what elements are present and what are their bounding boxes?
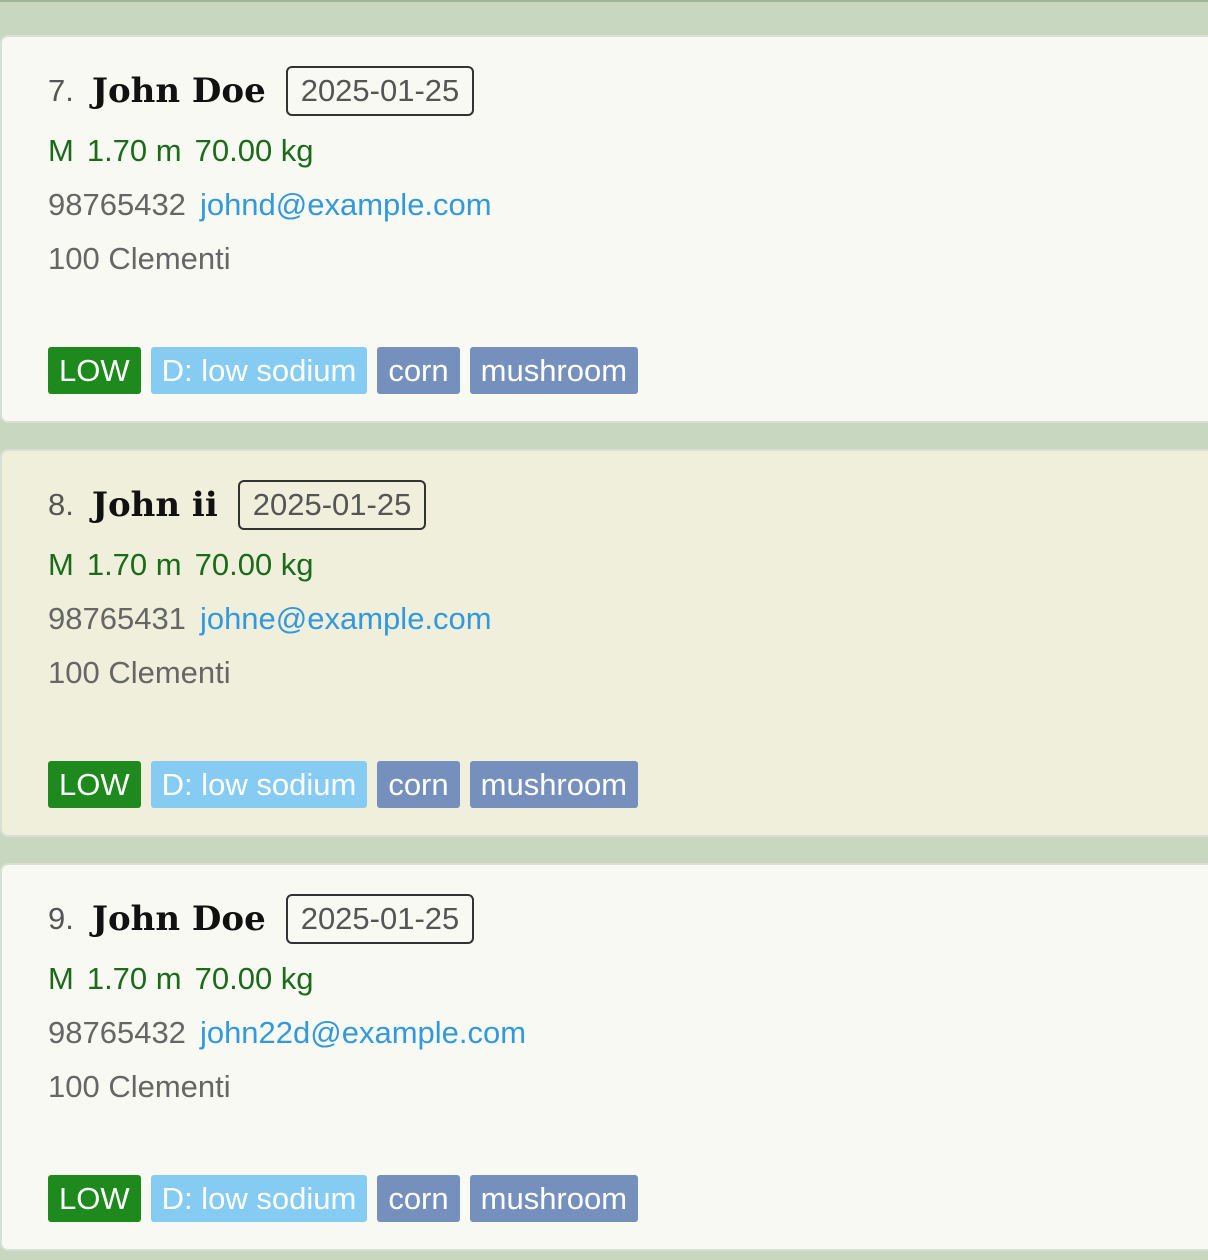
gender: M — [48, 961, 74, 996]
person-index: 9. — [48, 901, 74, 936]
address: 100 Clementi — [48, 241, 231, 276]
priority-tag: LOW — [48, 347, 141, 394]
person-header: 7. John Doe 2025-01-25 — [48, 65, 475, 117]
contact-line: 98765431 johne@example.com — [48, 601, 492, 637]
email-link[interactable]: johne@example.com — [200, 601, 492, 636]
weight: 70.00 kg — [194, 547, 314, 582]
weight: 70.00 kg — [194, 133, 314, 168]
date-badge: 2025-01-25 — [285, 894, 475, 944]
person-name: John Doe — [91, 899, 266, 939]
allergy-tag-mushroom: mushroom — [469, 761, 639, 808]
phone: 98765431 — [48, 601, 186, 636]
priority-tag: LOW — [48, 761, 141, 808]
height: 1.70 m — [86, 133, 182, 168]
person-name: John ii — [91, 485, 218, 525]
person-card-selected[interactable]: 8. John ii 2025-01-25 M 1.70 m 70.00 kg 98… — [0, 449, 1208, 837]
tag-list: LOW D: low sodium corn mushroom — [48, 761, 639, 808]
body-stats: M 1.70 m 70.00 kg — [48, 133, 327, 169]
body-stats: M 1.70 m 70.00 kg — [48, 547, 327, 583]
gender: M — [48, 133, 74, 168]
person-index: 7. — [48, 73, 74, 108]
email-link[interactable]: john22d@example.com — [200, 1015, 526, 1050]
body-stats: M 1.70 m 70.00 kg — [48, 961, 327, 997]
height: 1.70 m — [86, 961, 182, 996]
tag-list: LOW D: low sodium corn mushroom — [48, 347, 639, 394]
date-badge: 2025-01-25 — [285, 66, 475, 116]
priority-tag: LOW — [48, 1175, 141, 1222]
phone: 98765432 — [48, 1015, 186, 1050]
weight: 70.00 kg — [194, 961, 314, 996]
list-top-border — [0, 0, 1208, 2]
phone: 98765432 — [48, 187, 186, 222]
contact-line: 98765432 johnd@example.com — [48, 187, 492, 223]
person-header: 9. John Doe 2025-01-25 — [48, 893, 475, 945]
address: 100 Clementi — [48, 1069, 231, 1104]
person-index: 8. — [48, 487, 74, 522]
height: 1.70 m — [86, 547, 182, 582]
allergy-tag-mushroom: mushroom — [469, 347, 639, 394]
person-card[interactable]: 7. John Doe 2025-01-25 M 1.70 m 70.00 kg 9… — [0, 35, 1208, 423]
allergy-tag-mushroom: mushroom — [469, 1175, 639, 1222]
diet-tag: D: low sodium — [150, 1175, 368, 1222]
diet-tag: D: low sodium — [150, 761, 368, 808]
gender: M — [48, 547, 74, 582]
email-link[interactable]: johnd@example.com — [200, 187, 492, 222]
address: 100 Clementi — [48, 655, 231, 690]
contact-line: 98765432 john22d@example.com — [48, 1015, 526, 1051]
person-header: 8. John ii 2025-01-25 — [48, 479, 427, 531]
person-name: John Doe — [91, 71, 266, 111]
diet-tag: D: low sodium — [150, 347, 368, 394]
allergy-tag-corn: corn — [377, 1175, 460, 1222]
allergy-tag-corn: corn — [377, 347, 460, 394]
person-card[interactable]: 9. John Doe 2025-01-25 M 1.70 m 70.00 kg 9… — [0, 863, 1208, 1251]
tag-list: LOW D: low sodium corn mushroom — [48, 1175, 639, 1222]
allergy-tag-corn: corn — [377, 761, 460, 808]
date-badge: 2025-01-25 — [237, 480, 427, 530]
